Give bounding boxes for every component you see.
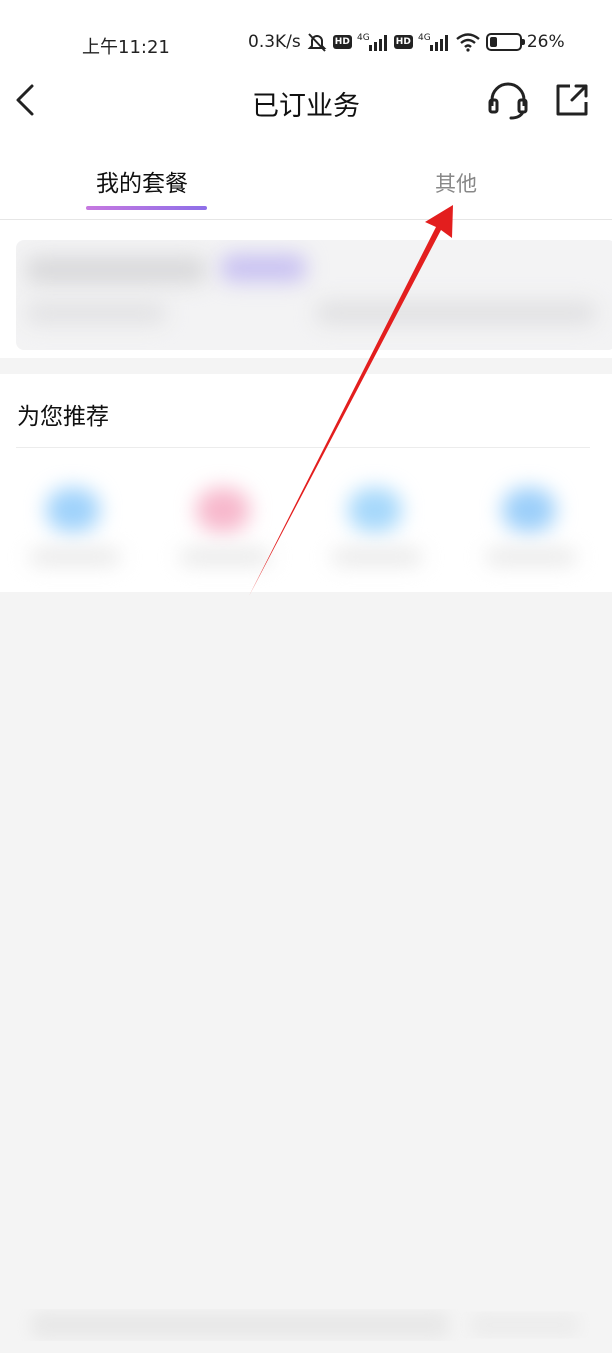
battery-level (489, 37, 497, 47)
network-speed: 0.3K/s (248, 32, 301, 52)
tab-other[interactable]: 其他 (435, 168, 477, 198)
blurred-label (486, 550, 576, 564)
blurred-text (316, 302, 596, 324)
status-time: 上午11:21 (82, 37, 170, 58)
recommend-item[interactable] (476, 478, 586, 588)
status-bar: 上午11:21 0.3K/s HD 4G HD 4G 26% (0, 0, 612, 80)
blurred-icon (196, 488, 250, 532)
section-gap (0, 358, 612, 374)
blurred-text (26, 256, 206, 284)
blurred-icon (46, 488, 100, 532)
package-card[interactable] (16, 240, 612, 350)
blurred-label (30, 550, 120, 564)
recommend-item[interactable] (170, 478, 280, 588)
signal-icon: 4G (357, 33, 387, 51)
headset-icon[interactable] (486, 80, 530, 122)
blurred-label (332, 550, 422, 564)
tab-divider (0, 219, 612, 220)
blurred-icon (502, 488, 556, 532)
status-icons: 0.3K/s HD 4G HD 4G 26% (248, 31, 565, 53)
battery-percent: 26% (526, 32, 565, 52)
blurred-text (26, 302, 166, 324)
bottom-watermark (30, 1312, 580, 1338)
hd-badge-2: HD (393, 35, 413, 49)
svg-text:4G: 4G (357, 33, 370, 43)
signal-icon-2: 4G (418, 33, 448, 51)
blurred-icon (348, 488, 402, 532)
battery-icon (485, 33, 525, 51)
wifi-icon (456, 33, 480, 52)
blurred-badge (221, 254, 306, 282)
tab-my-package[interactable]: 我的套餐 (96, 164, 188, 198)
active-tab-indicator (86, 206, 207, 210)
recommend-item[interactable] (322, 478, 432, 588)
recommend-item[interactable] (20, 478, 130, 588)
mute-bell-icon (307, 33, 327, 52)
recommend-title: 为您推荐 (17, 404, 109, 430)
svg-text:4G: 4G (418, 33, 431, 43)
blurred-label (180, 550, 270, 564)
share-icon[interactable] (552, 80, 592, 120)
recommend-divider (16, 447, 590, 448)
hd-badge: HD (332, 35, 352, 49)
